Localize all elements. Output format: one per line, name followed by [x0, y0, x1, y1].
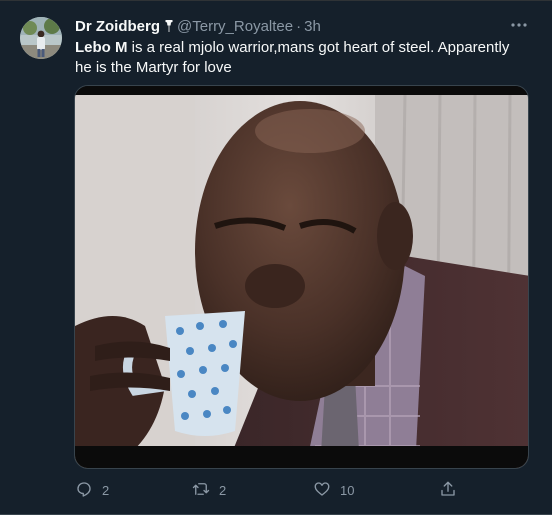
tweet-actions: 2 2 10 — [75, 479, 455, 501]
reply-count: 2 — [102, 482, 110, 498]
share-button[interactable] — [439, 479, 457, 501]
tweet-header: Dr Zoidberg @Terry_Royaltee · 3h — [75, 16, 321, 36]
avatar-image — [20, 17, 62, 59]
photo-man-drinking-tea — [75, 86, 528, 468]
tweet-text-body: is a real mjolo warrior,mans got heart o… — [75, 39, 510, 76]
retweet-icon — [192, 480, 210, 501]
pin-icon — [165, 19, 173, 33]
retweet-button[interactable]: 2 — [192, 479, 226, 501]
user-handle[interactable]: @Terry_Royaltee — [177, 18, 293, 35]
separator-dot: · — [296, 17, 302, 35]
tweet-card[interactable]: Dr Zoidberg @Terry_Royaltee · 3h Lebo M … — [0, 0, 552, 515]
share-icon — [439, 480, 457, 501]
tweet-timestamp[interactable]: 3h — [304, 18, 321, 35]
more-horizontal-icon[interactable] — [508, 15, 530, 35]
reply-icon — [75, 480, 93, 501]
heart-icon — [313, 480, 331, 501]
reply-button[interactable]: 2 — [75, 479, 109, 501]
tweet-media-photo[interactable] — [74, 85, 529, 469]
avatar[interactable] — [20, 17, 62, 59]
display-name[interactable]: Dr Zoidberg — [75, 18, 160, 35]
like-count: 10 — [340, 482, 355, 498]
tweet-text: Lebo M is a real mjolo warrior,mans got … — [75, 38, 530, 78]
like-button[interactable]: 10 — [313, 479, 354, 501]
tweet-text-mention: Lebo M — [75, 39, 128, 56]
retweet-count: 2 — [219, 482, 227, 498]
